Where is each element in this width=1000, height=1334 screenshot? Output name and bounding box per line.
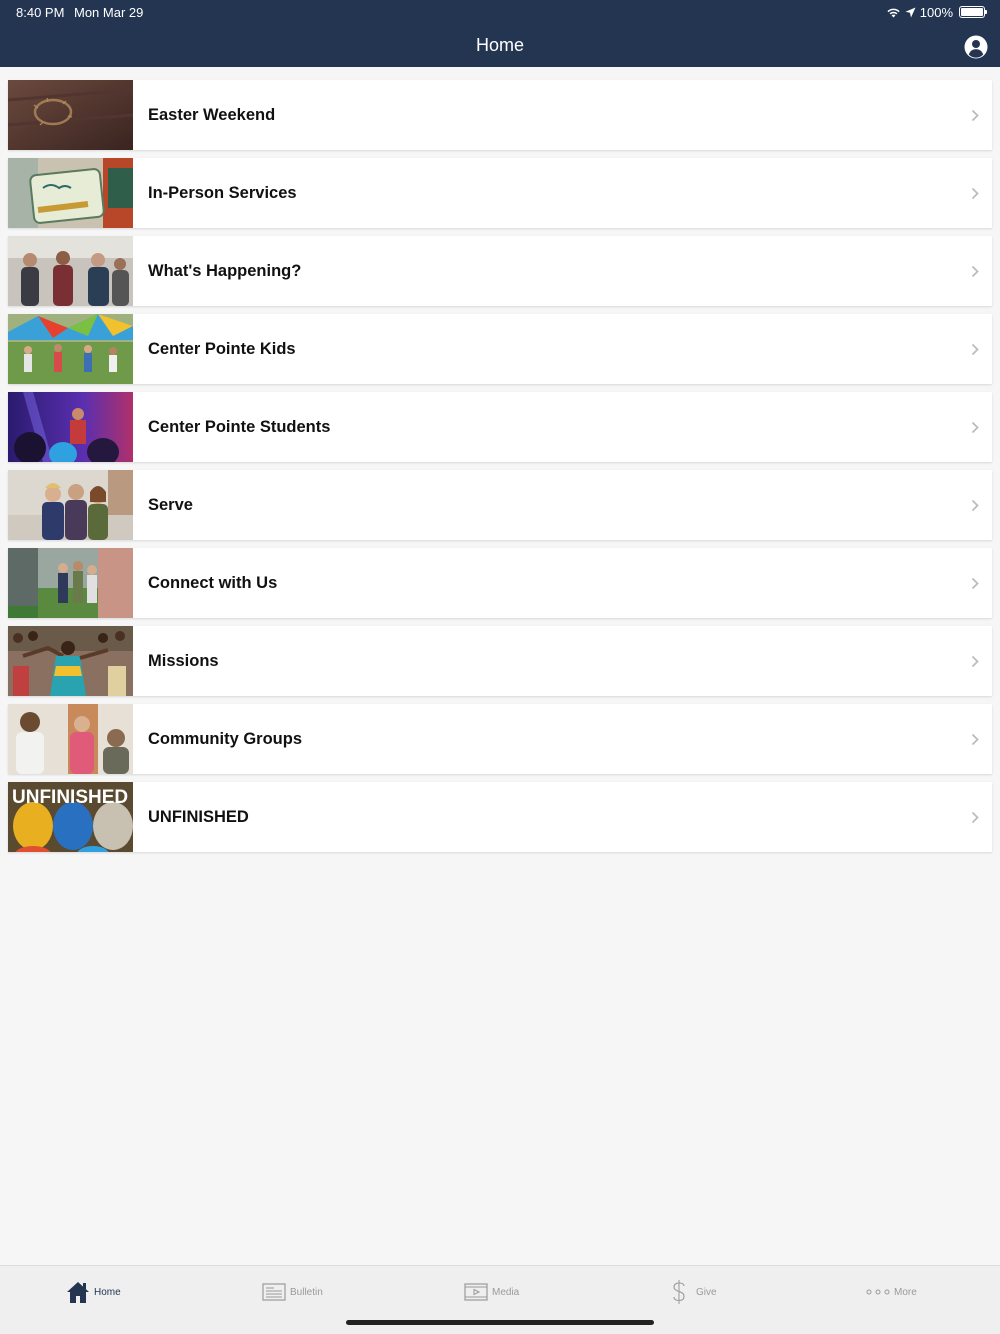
bulletin-icon (262, 1283, 286, 1301)
come-in-were-open-sign-photo (8, 158, 133, 228)
battery-icon (959, 6, 987, 18)
tab-label: Home (94, 1286, 121, 1298)
tab-media[interactable]: Media (464, 1277, 519, 1307)
students-worship-photo (8, 392, 133, 462)
chevron-right-icon (971, 187, 979, 200)
list-item-label: Serve (148, 495, 193, 514)
unfinished-logo-text: UNFINISHED (12, 787, 128, 808)
chevron-right-icon (971, 577, 979, 590)
chevron-right-icon (971, 343, 979, 356)
list-item-community-groups[interactable]: Community Groups (8, 704, 992, 774)
chevron-right-icon (971, 811, 979, 824)
chevron-right-icon (971, 655, 979, 668)
dollar-icon (673, 1280, 685, 1304)
home-menu-list: Easter Weekend In-Person Services What's… (8, 80, 992, 860)
tab-home[interactable]: Home (66, 1277, 121, 1307)
chevron-right-icon (971, 499, 979, 512)
missions-celebration-photo (8, 626, 133, 696)
chevron-right-icon (971, 109, 979, 122)
status-indicators: 100% (886, 4, 987, 20)
tab-more[interactable]: More (866, 1277, 917, 1307)
home-icon (67, 1282, 89, 1303)
list-item-label: UNFINISHED (148, 807, 249, 826)
chevron-right-icon (971, 733, 979, 746)
people-talking-photo (8, 236, 133, 306)
list-item-label: Center Pointe Students (148, 417, 331, 436)
list-item-serve[interactable]: Serve (8, 470, 992, 540)
wifi-icon (887, 8, 900, 18)
list-item-label: Community Groups (148, 729, 303, 748)
tab-label: More (894, 1286, 917, 1298)
list-item-center-pointe-kids[interactable]: Center Pointe Kids (8, 314, 992, 384)
list-item-missions[interactable]: Missions (8, 626, 992, 696)
more-dots-icon (866, 1289, 890, 1295)
people-walking-photo (8, 548, 133, 618)
list-item-label: In-Person Services (148, 183, 297, 202)
chevron-right-icon (971, 265, 979, 278)
tab-give[interactable]: Give (672, 1277, 717, 1307)
tab-bulletin[interactable]: Bulletin (262, 1277, 323, 1307)
user-circle-icon[interactable] (964, 35, 988, 59)
list-item-easter-weekend[interactable]: Easter Weekend (8, 80, 992, 150)
top-header: 8:40 PM Mon Mar 29 100% Home (0, 0, 1000, 67)
list-item-label: Missions (148, 651, 219, 670)
list-item-label: Easter Weekend (148, 105, 276, 124)
list-item-center-pointe-students[interactable]: Center Pointe Students (8, 392, 992, 462)
list-item-whats-happening[interactable]: What's Happening? (8, 236, 992, 306)
tab-label: Give (696, 1286, 717, 1298)
status-time: 8:40 PM (16, 5, 65, 20)
location-arrow-icon (905, 7, 916, 17)
kids-parachute-photo (8, 314, 133, 384)
list-item-in-person-services[interactable]: In-Person Services (8, 158, 992, 228)
home-indicator[interactable] (346, 1320, 654, 1325)
tab-label: Bulletin (290, 1286, 323, 1298)
list-item-label: Center Pointe Kids (148, 339, 296, 358)
list-item-label: Connect with Us (148, 573, 278, 592)
volunteers-photo (8, 470, 133, 540)
battery-percent: 100% (919, 4, 953, 20)
list-item-unfinished[interactable]: UNFINISHED UNFINISHED (8, 782, 992, 852)
media-icon (464, 1283, 488, 1301)
list-item-connect-with-us[interactable]: Connect with Us (8, 548, 992, 618)
hard-hats-photo: UNFINISHED (8, 782, 133, 852)
group-laughing-photo (8, 704, 133, 774)
crown-of-thorns-photo (8, 80, 133, 150)
list-item-label: What's Happening? (148, 261, 302, 280)
status-date: Mon Mar 29 (74, 5, 144, 20)
page-title: Home (475, 35, 524, 55)
status-bar: 8:40 PM Mon Mar 29 100% (0, 0, 1000, 24)
chevron-right-icon (971, 421, 979, 434)
tab-label: Media (492, 1286, 520, 1298)
